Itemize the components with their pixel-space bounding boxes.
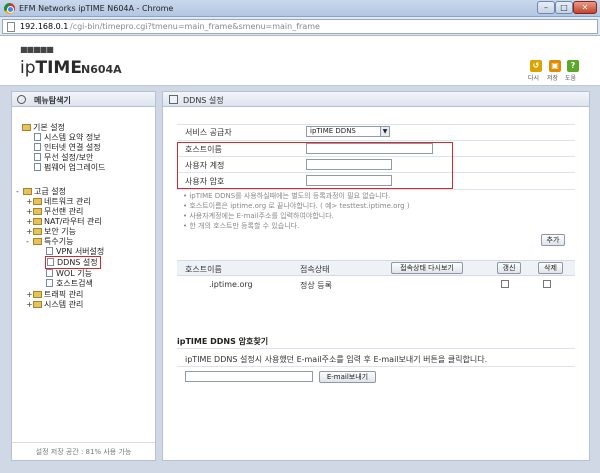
password-label: 사용자 암호	[185, 177, 225, 186]
save-tool-button[interactable]: ▣ 저장	[547, 60, 563, 82]
save-label: 저장	[547, 75, 559, 82]
save-icon: ▣	[549, 60, 561, 72]
tree-item-host-search[interactable]: 호스트검색	[46, 278, 93, 289]
divider	[177, 124, 575, 125]
brand-bold: TIME	[35, 58, 82, 78]
brand-logo: ipTIME	[20, 58, 82, 78]
model-name: N604A	[81, 63, 122, 76]
brand-prefix: ip	[20, 58, 36, 78]
menu-explorer-header: 메뉴탐색기	[12, 92, 155, 107]
router-header: ■■■■■ ipTIME N604A ↺ 다시 ▣ 저장 ? 도움	[0, 36, 600, 86]
divider	[177, 140, 575, 141]
col-status: 접속상태	[300, 265, 330, 274]
folder-icon	[23, 188, 32, 195]
note-1: • ipTIME DDNS를 사용하실때에는 별도의 등록과정이 필요 없습니다…	[183, 192, 391, 200]
settings-page-icon	[169, 95, 178, 104]
page-icon	[34, 143, 41, 151]
ddns-panel: DDNS 설정 서비스 공급자 ipTIME DDNS ▼ 호스트이름 사용자 …	[162, 91, 590, 461]
user-label: 사용자 계정	[185, 161, 225, 170]
provider-value: ipTIME DDNS	[310, 127, 356, 135]
send-email-button[interactable]: E-mail보내기	[319, 371, 376, 383]
window-titlebar: EFM Networks ipTIME N604A - Chrome – □ ✕	[0, 0, 600, 17]
menu-explorer: 메뉴탐색기 기본 설정 시스템 요약 정보 인터넷 연결 설정 무선 설정/보안…	[11, 91, 156, 461]
page-icon	[46, 247, 53, 255]
address-bar: 192.168.0.1 /cgi-bin/timepro.cgi?tmenu=m…	[0, 17, 600, 36]
row-status: 정상 등록	[300, 281, 332, 290]
refresh-tool-button[interactable]: ↺ 다시	[528, 60, 544, 82]
url-host: 192.168.0.1	[20, 22, 69, 31]
minimize-button[interactable]: –	[537, 1, 555, 14]
close-button[interactable]: ✕	[573, 1, 597, 14]
help-tool-button[interactable]: ? 도움	[565, 60, 581, 82]
url-path: /cgi-bin/timepro.cgi?tmenu=main_frame&sm…	[70, 22, 320, 31]
divider	[177, 189, 575, 190]
refresh-icon: ↺	[530, 60, 542, 72]
folder-icon	[33, 291, 42, 298]
page-icon	[46, 279, 53, 287]
delete-button[interactable]: 삭제	[538, 262, 563, 274]
divider	[177, 366, 575, 367]
note-2: • 호스트이름은 iptime.org 로 끝나야합니다. ( 예> testt…	[183, 202, 410, 210]
hostname-input[interactable]	[306, 143, 433, 154]
note-3: • 사용자계정에는 E-mail주소를 입력하여야합니다.	[183, 212, 334, 220]
provider-label: 서비스 공급자	[185, 128, 232, 137]
ddns-panel-header: DDNS 설정	[163, 92, 589, 107]
find-password-title: ipTIME DDNS 암호찾기	[177, 337, 269, 346]
maximize-button[interactable]: □	[555, 1, 573, 14]
hostname-label: 호스트이름	[185, 145, 222, 154]
folder-icon	[33, 208, 42, 215]
divider	[177, 348, 575, 349]
url-field[interactable]: 192.168.0.1 /cgi-bin/timepro.cgi?tmenu=m…	[2, 19, 598, 34]
help-icon: ?	[567, 60, 579, 72]
menu-explorer-title: 메뉴탐색기	[34, 96, 71, 105]
folder-icon	[33, 238, 42, 245]
find-password-description: ipTIME DDNS 설정시 사용했던 E-mail주소를 입력 후 E-ma…	[185, 355, 488, 364]
page-icon	[46, 269, 53, 277]
grid-logo-icon: ■■■■■	[20, 45, 54, 54]
window-title: EFM Networks ipTIME N604A - Chrome	[19, 4, 174, 13]
storage-status: 설정 저장 공간 : 81% 사용 가능	[12, 442, 155, 460]
folder-icon	[22, 124, 31, 131]
page-title: DDNS 설정	[183, 96, 224, 105]
row-hostname: .iptime.org	[209, 280, 253, 289]
folder-icon	[33, 228, 42, 235]
email-input[interactable]	[185, 371, 313, 382]
chrome-icon	[4, 3, 15, 14]
help-label: 도움	[565, 75, 577, 82]
folder-icon	[33, 301, 42, 308]
page-icon	[34, 153, 41, 161]
search-icon	[17, 95, 26, 104]
page-icon	[34, 163, 41, 171]
tree-item-firmware[interactable]: 펌웨어 업그레이드	[34, 162, 105, 173]
user-input[interactable]	[306, 159, 392, 170]
add-button[interactable]: 추가	[541, 234, 565, 246]
folder-icon	[33, 218, 42, 225]
page-icon	[34, 133, 41, 141]
delete-checkbox[interactable]	[543, 280, 551, 288]
provider-select[interactable]: ipTIME DDNS ▼	[306, 126, 390, 137]
page-icon	[7, 22, 15, 32]
note-4: • 한 개의 호스트만 등록할 수 있습니다.	[183, 222, 300, 230]
password-input[interactable]	[306, 175, 392, 186]
renew-checkbox[interactable]	[501, 280, 509, 288]
tree-item-system[interactable]: + 시스템 관리	[26, 299, 83, 310]
col-hostname: 호스트이름	[185, 265, 222, 274]
refresh-label: 다시	[528, 75, 540, 82]
page-icon	[47, 258, 54, 266]
folder-icon	[33, 198, 42, 205]
renew-button[interactable]: 갱신	[497, 262, 521, 274]
chevron-down-icon: ▼	[380, 127, 389, 136]
refresh-status-button[interactable]: 접속상태 다시보기	[391, 262, 463, 274]
